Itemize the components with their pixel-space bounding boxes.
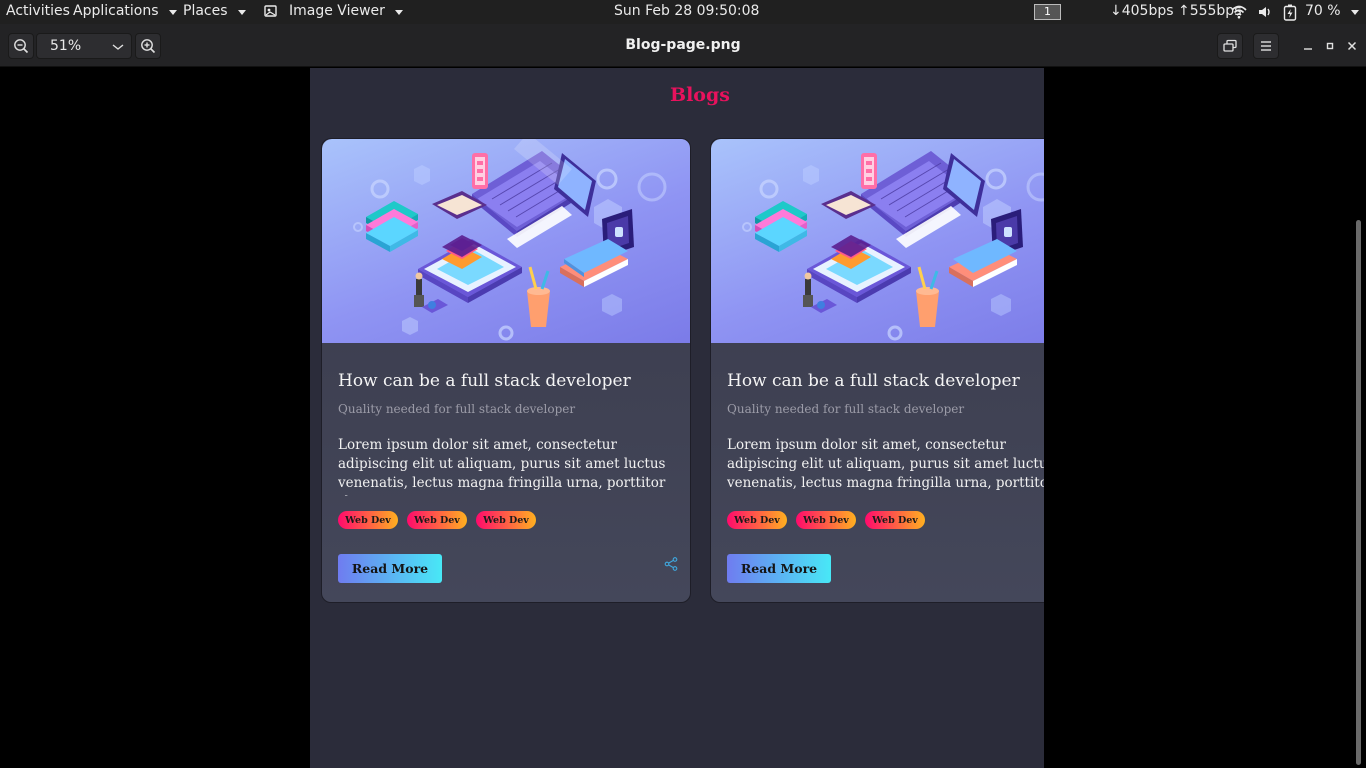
card-title: How can be a full stack developer: [727, 371, 1020, 391]
card-subtitle: Quality needed for full stack developer: [727, 402, 965, 416]
minimize-icon: [1304, 48, 1312, 50]
workspace-indicator[interactable]: 1: [1034, 4, 1061, 20]
card-subtitle: Quality needed for full stack developer: [338, 402, 576, 416]
tag-list: Web Dev Web Dev Web Dev: [338, 511, 536, 529]
tag-badge[interactable]: Web Dev: [865, 511, 925, 529]
card-illustration: [322, 139, 691, 343]
network-speed: ↓405bps ↑555bps: [1110, 3, 1242, 19]
card-excerpt: Lorem ipsum dolor sit amet, consectetur …: [338, 437, 666, 496]
places-menu[interactable]: Places: [183, 3, 246, 19]
battery-label: 70 %: [1305, 3, 1341, 19]
read-more-button[interactable]: Read More: [338, 554, 442, 583]
slideshow-button[interactable]: [1217, 33, 1243, 59]
tag-badge[interactable]: Web Dev: [476, 511, 536, 529]
caret-down-icon: [168, 9, 177, 15]
blog-page-image: Blogs How can be a full stack developer …: [310, 68, 1044, 768]
page-heading: Blogs: [670, 84, 730, 106]
card-excerpt: Lorem ipsum dolor sit amet, consectetur …: [727, 437, 1044, 491]
activities-button[interactable]: Activities: [6, 3, 70, 19]
read-more-button[interactable]: Read More: [727, 554, 831, 583]
applications-label: Applications: [73, 3, 159, 19]
app-menu[interactable]: Image Viewer: [263, 3, 403, 19]
battery-icon[interactable]: [1283, 4, 1297, 21]
wifi-icon[interactable]: [1231, 4, 1247, 20]
vertical-scrollbar[interactable]: [1356, 220, 1361, 765]
heart-icon[interactable]: [662, 149, 691, 343]
tag-badge[interactable]: Web Dev: [796, 511, 856, 529]
app-menu-label: Image Viewer: [289, 3, 385, 19]
gnome-top-bar: Activities Applications Places Image Vie…: [0, 0, 1366, 24]
applications-menu[interactable]: Applications: [73, 3, 177, 19]
isometric-laptop-illustration: [353, 139, 667, 341]
clock[interactable]: Sun Feb 28 09:50:08: [614, 3, 759, 19]
caret-down-icon: [237, 9, 246, 15]
clock-label: Sun Feb 28 09:50:08: [614, 3, 760, 19]
volume-icon[interactable]: [1257, 4, 1273, 20]
caret-down-icon: [394, 9, 403, 15]
tag-badge[interactable]: Web Dev: [338, 511, 398, 529]
image-viewer-icon: [264, 5, 277, 17]
blog-card: How can be a full stack developer Qualit…: [321, 138, 691, 603]
window-title: Blog-page.png: [625, 37, 741, 53]
activities-label: Activities: [6, 3, 70, 19]
card-illustration: [711, 139, 1044, 343]
viewer-header-bar: 51% Blog-page.png: [0, 24, 1366, 67]
places-label: Places: [183, 3, 228, 19]
slideshow-icon: [1223, 39, 1237, 52]
hamburger-menu-icon: [1261, 41, 1271, 51]
blog-card: How can be a full stack developer Qualit…: [710, 138, 1044, 603]
tag-badge[interactable]: Web Dev: [727, 511, 787, 529]
tag-badge[interactable]: Web Dev: [407, 511, 467, 529]
image-canvas[interactable]: Blogs How can be a full stack developer …: [0, 68, 1366, 768]
share-icon[interactable]: [664, 557, 678, 571]
battery-level[interactable]: 70 %: [1305, 3, 1359, 19]
maximize-icon: [1326, 42, 1334, 50]
menu-button[interactable]: [1253, 33, 1279, 59]
network-speed-label: ↓405bps ↑555bps: [1110, 3, 1242, 19]
isometric-laptop-illustration: [742, 151, 1044, 341]
close-button[interactable]: [1339, 33, 1365, 59]
card-title: How can be a full stack developer: [338, 371, 631, 391]
caret-down-icon: [1350, 9, 1359, 15]
close-icon: [1347, 41, 1357, 51]
tag-list: Web Dev Web Dev Web Dev: [727, 511, 925, 529]
